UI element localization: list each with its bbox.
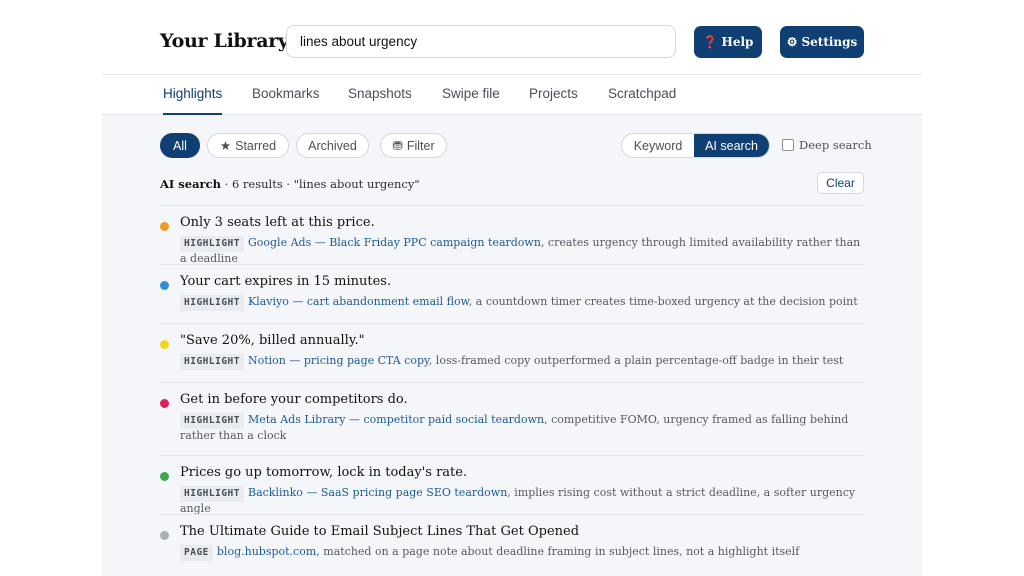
page-title: Your Library bbox=[160, 30, 289, 52]
filter-label: Filter bbox=[406, 138, 435, 153]
result-source-link[interactable]: Backlinko — SaaS pricing page SEO teardo… bbox=[248, 486, 507, 499]
result-title[interactable]: The Ultimate Guide to Email Subject Line… bbox=[180, 524, 579, 539]
result-source-link[interactable]: Klaviyo — cart abandonment email flow bbox=[248, 295, 469, 308]
search-input[interactable] bbox=[300, 34, 662, 49]
result-meta: HIGHLIGHT Backlinko — SaaS pricing page S… bbox=[180, 486, 864, 516]
result-item[interactable]: "Save 20%, billed annually." HIGHLIGHT Not… bbox=[160, 323, 864, 382]
result-note: , a countdown timer creates time-boxed u… bbox=[468, 295, 858, 308]
result-source-link[interactable]: Meta Ads Library — competitor paid socia… bbox=[248, 413, 544, 426]
color-dot-icon bbox=[160, 472, 169, 481]
result-item[interactable]: Prices go up tomorrow, lock in today's r… bbox=[160, 455, 864, 516]
tab-snapshots[interactable]: Snapshots bbox=[348, 75, 412, 115]
result-type-badge: HIGHLIGHT bbox=[180, 413, 244, 429]
database-icon: ⛃ bbox=[392, 139, 403, 153]
result-title[interactable]: Only 3 seats left at this price. bbox=[180, 215, 375, 230]
clear-button[interactable]: Clear bbox=[817, 172, 864, 194]
filter-archived[interactable]: Archived bbox=[296, 133, 369, 158]
result-title[interactable]: Prices go up tomorrow, lock in today's r… bbox=[180, 465, 467, 480]
search-box[interactable] bbox=[286, 25, 676, 58]
summary-mode: AI search bbox=[160, 177, 221, 191]
tab-projects[interactable]: Projects bbox=[529, 75, 578, 115]
result-type-badge: HIGHLIGHT bbox=[180, 236, 244, 252]
color-dot-icon bbox=[160, 399, 169, 408]
result-item[interactable]: Your cart expires in 15 minutes. HIGHLIGH… bbox=[160, 264, 864, 323]
result-item[interactable]: Get in before your competitors do. HIGHLI… bbox=[160, 382, 864, 455]
filter-all[interactable]: All bbox=[160, 133, 200, 158]
color-dot-icon bbox=[160, 531, 169, 540]
result-meta: PAGE blog.hubspot.com, matched on a page … bbox=[180, 545, 864, 561]
star-icon: ★ bbox=[219, 139, 232, 153]
result-item[interactable]: The Ultimate Guide to Email Subject Line… bbox=[160, 514, 864, 574]
deep-search-label: Deep search bbox=[799, 138, 872, 152]
color-dot-icon bbox=[160, 222, 169, 231]
result-note: , matched on a page note about deadline … bbox=[316, 545, 800, 558]
filter-bar: All ★ Starred Archived ⛃ Filter Keyword … bbox=[102, 133, 922, 159]
result-note: , loss-framed copy outperformed a plain … bbox=[428, 354, 844, 367]
deep-search-toggle[interactable]: Deep search bbox=[782, 138, 872, 152]
mode-keyword[interactable]: Keyword bbox=[622, 134, 694, 157]
settings-button[interactable]: ⚙ Settings bbox=[780, 26, 864, 58]
header: Your Library ❓ Help ⚙ Settings bbox=[102, 10, 922, 75]
library-app: Your Library ❓ Help ⚙ Settings Highlight… bbox=[102, 10, 922, 576]
result-item[interactable]: Only 3 seats left at this price. HIGHLIGH… bbox=[160, 205, 864, 266]
result-title[interactable]: Get in before your competitors do. bbox=[180, 392, 408, 407]
result-title[interactable]: "Save 20%, billed annually." bbox=[180, 333, 365, 348]
search-mode-toggle: Keyword AI search bbox=[621, 133, 770, 158]
result-meta: HIGHLIGHT Google Ads — Black Friday PPC c… bbox=[180, 236, 864, 266]
deep-search-checkbox[interactable] bbox=[782, 139, 794, 151]
result-meta: HIGHLIGHT Klaviyo — cart abandonment emai… bbox=[180, 295, 864, 311]
tab-scratchpad[interactable]: Scratchpad bbox=[608, 75, 676, 115]
result-source-link[interactable]: Notion — pricing page CTA copy bbox=[248, 354, 429, 367]
result-meta: HIGHLIGHT Meta Ads Library — competitor p… bbox=[180, 413, 864, 443]
tab-highlights[interactable]: Highlights bbox=[163, 75, 223, 115]
tab-bookmarks[interactable]: Bookmarks bbox=[252, 75, 320, 115]
result-type-badge: HIGHLIGHT bbox=[180, 486, 244, 502]
gear-icon: ⚙ bbox=[786, 35, 798, 49]
result-source-link[interactable]: Google Ads — Black Friday PPC campaign t… bbox=[248, 236, 541, 249]
color-dot-icon bbox=[160, 340, 169, 349]
filter-starred-label: Starred bbox=[235, 138, 277, 153]
filter-starred[interactable]: ★ Starred bbox=[207, 133, 289, 158]
result-meta: HIGHLIGHT Notion — pricing page CTA copy,… bbox=[180, 354, 864, 370]
summary-details: · 6 results · "lines about urgency" bbox=[220, 177, 420, 191]
filter-button[interactable]: ⛃ Filter bbox=[380, 133, 447, 158]
tab-swipe-file[interactable]: Swipe file bbox=[442, 75, 500, 115]
mode-ai-search[interactable]: AI search bbox=[694, 134, 769, 157]
tab-bar: Highlights Bookmarks Snapshots Swipe fil… bbox=[102, 75, 922, 115]
result-type-badge: PAGE bbox=[180, 545, 213, 561]
result-type-badge: HIGHLIGHT bbox=[180, 295, 244, 311]
results-summary: AI search · 6 results · "lines about urg… bbox=[160, 177, 420, 191]
help-icon: ❓ bbox=[702, 35, 718, 49]
color-dot-icon bbox=[160, 281, 169, 290]
result-title[interactable]: Your cart expires in 15 minutes. bbox=[180, 274, 391, 289]
result-source-link[interactable]: blog.hubspot.com bbox=[217, 545, 316, 558]
settings-label: Settings bbox=[801, 35, 858, 49]
help-label: Help bbox=[721, 35, 754, 49]
help-button[interactable]: ❓ Help bbox=[694, 26, 762, 58]
result-type-badge: HIGHLIGHT bbox=[180, 354, 244, 370]
